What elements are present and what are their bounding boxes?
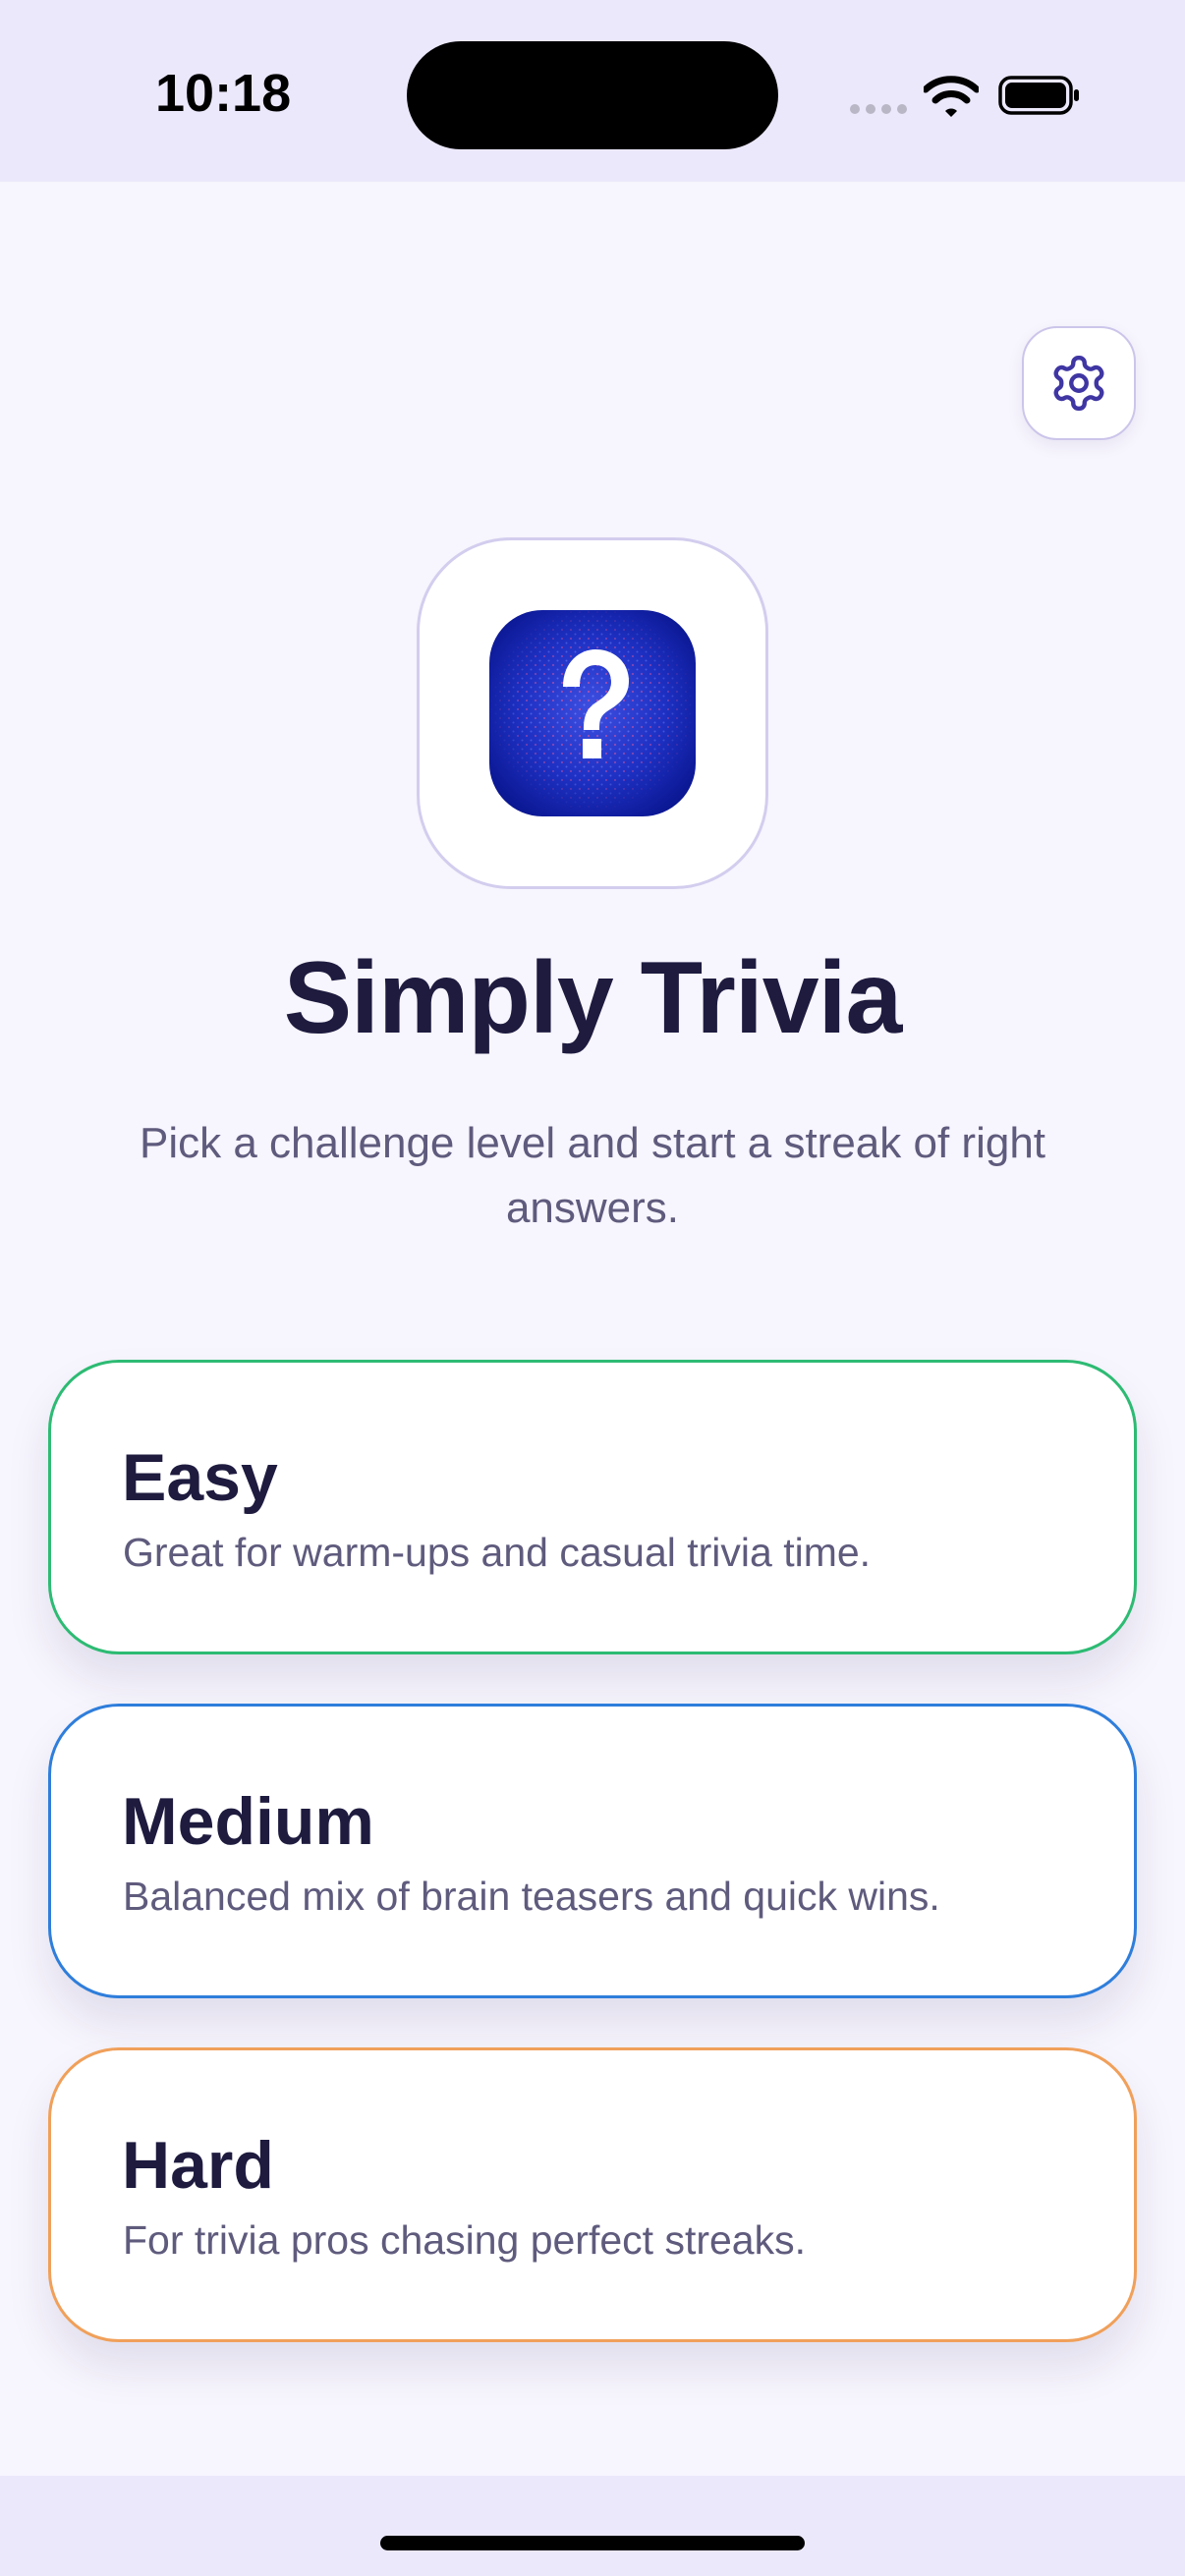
level-title: Easy — [122, 1440, 278, 1515]
level-description: For trivia pros chasing perfect streaks. — [123, 2217, 806, 2263]
level-card-hard[interactable]: Hard For trivia pros chasing perfect str… — [48, 2047, 1137, 2342]
app-subtitle: Pick a challenge level and start a strea… — [139, 1119, 1046, 1232]
dynamic-island — [407, 41, 778, 149]
home-bar-area — [0, 2476, 1185, 2576]
settings-button[interactable] — [1022, 326, 1136, 440]
app-title: Simply Trivia — [283, 941, 903, 1055]
level-title: Medium — [122, 1784, 374, 1859]
status-bar: 10:18 — [0, 0, 1185, 182]
home-indicator[interactable] — [380, 2536, 805, 2550]
wifi-icon — [924, 76, 979, 117]
app-logo-tile — [417, 537, 768, 889]
level-description: Great for warm-ups and casual trivia tim… — [123, 1530, 872, 1575]
status-time: 10:18 — [155, 64, 292, 123]
cellular-signal-icon — [850, 104, 907, 114]
level-title: Hard — [122, 2128, 274, 2203]
level-card-easy[interactable]: Easy Great for warm-ups and casual trivi… — [48, 1360, 1137, 1654]
question-mark-icon — [489, 610, 696, 816]
level-card-medium[interactable]: Medium Balanced mix of brain teasers and… — [48, 1704, 1137, 1998]
level-description: Balanced mix of brain teasers and quick … — [123, 1874, 940, 1919]
battery-icon — [998, 76, 1079, 115]
gear-icon — [1053, 355, 1104, 412]
